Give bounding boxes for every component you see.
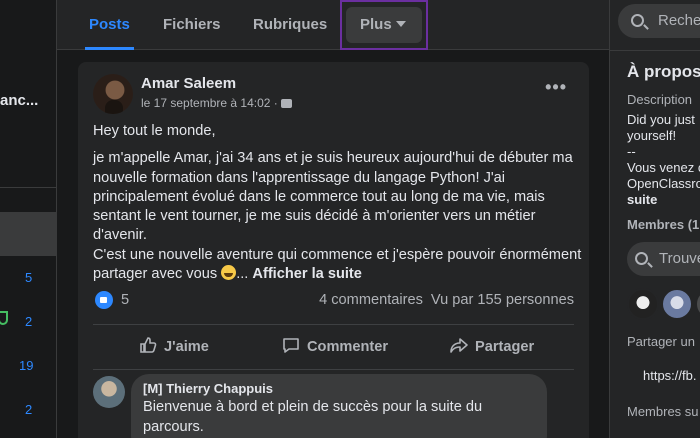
description-label: Description: [627, 92, 693, 107]
comment-button[interactable]: Commenter: [281, 325, 388, 369]
search-placeholder: Recherc: [658, 12, 700, 29]
post-paragraph-2: C'est une nouvelle aventure qui commence…: [93, 246, 583, 285]
see-more-link[interactable]: Afficher la suite: [252, 266, 361, 282]
members-search-input[interactable]: Trouve: [627, 242, 700, 276]
shield-icon: [0, 311, 8, 325]
divider: [610, 50, 700, 51]
stats-right: 4 commentaires Vu par 155 personnes: [319, 292, 574, 308]
post-stats: 5 4 commentaires Vu par 155 personnes: [93, 290, 574, 312]
tab-topics[interactable]: Rubriques: [253, 0, 327, 50]
description-line: OpenClassro: [627, 176, 700, 191]
member-avatar[interactable]: [661, 288, 693, 320]
description-line: yourself!: [627, 128, 677, 143]
ellipsis: ...: [236, 266, 249, 283]
left-sidebar: anc... 5 2 19 2: [0, 0, 57, 438]
post-body: Hey tout le monde, je m'appelle Amar, j'…: [93, 122, 583, 284]
comment-count[interactable]: 4 commentaires: [319, 292, 423, 308]
sidebar-count: 2: [25, 402, 33, 417]
sidebar-count: 5: [25, 270, 33, 285]
description-line: --: [627, 144, 636, 159]
description-line: Did you just: [627, 112, 695, 127]
search-input[interactable]: Recherc: [618, 4, 700, 38]
share-label: Partager un: [627, 334, 695, 349]
sidebar-count: 19: [19, 358, 34, 373]
member-avatar[interactable]: [695, 288, 700, 320]
member-avatar[interactable]: [627, 288, 659, 320]
search-icon: [631, 14, 644, 27]
smile-emoji-icon: [221, 265, 237, 281]
post-paragraph: je m'appelle Amar, j'ai 34 ans et je sui…: [93, 150, 573, 244]
view-count[interactable]: Vu par 155 personnes: [431, 292, 574, 308]
divider: [0, 187, 57, 188]
like-label: J'aime: [164, 339, 209, 355]
like-reaction-icon[interactable]: [95, 291, 113, 309]
post-actions: J'aime Commenter Partager: [93, 324, 574, 370]
group-name[interactable]: anc...: [0, 92, 57, 109]
share-label: Partager: [475, 339, 535, 355]
commenter-avatar[interactable]: [93, 376, 125, 408]
tab-more[interactable]: Plus: [346, 7, 422, 43]
audience-icon: [280, 99, 292, 108]
post-date[interactable]: le 17 septembre à 14:02 ·: [141, 96, 278, 110]
more-options-icon[interactable]: •••: [545, 78, 567, 96]
tab-posts[interactable]: Posts: [85, 0, 134, 50]
post-author[interactable]: Amar Saleem: [141, 75, 236, 92]
tab-files[interactable]: Fichiers: [163, 0, 221, 50]
sidebar-selected-item[interactable]: [0, 212, 57, 256]
share-button[interactable]: Partager: [449, 325, 534, 369]
comment-bubble: [M] Thierry Chappuis Bienvenue à bord et…: [131, 374, 547, 438]
group-tabs: Posts Fichiers Rubriques Plus: [57, 0, 609, 50]
post-greeting: Hey tout le monde,: [93, 123, 216, 139]
members-search-placeholder: Trouve: [659, 250, 700, 267]
tab-more-focus-ring: Plus: [340, 0, 428, 50]
comment-text: Bienvenue à bord et plein de succès pour…: [143, 399, 483, 435]
members-section-label: Membres su: [627, 404, 699, 419]
comment-author[interactable]: [M] Thierry Chappuis: [143, 381, 535, 396]
thumbs-up-icon: [140, 337, 157, 353]
comment-icon: [283, 338, 299, 353]
about-panel: Recherc À propos Description Did you jus…: [609, 0, 700, 438]
post-meta: le 17 septembre à 14:02 ·: [141, 96, 292, 110]
author-avatar[interactable]: [93, 74, 133, 114]
search-icon: [635, 252, 648, 265]
description-more-link[interactable]: suite: [627, 192, 657, 207]
sidebar-count: 2: [25, 314, 33, 329]
tab-more-label: Plus: [360, 16, 392, 33]
like-button[interactable]: J'aime: [138, 325, 209, 369]
comment-label: Commenter: [307, 339, 389, 355]
description-line: Vous venez c: [627, 160, 700, 175]
comment: [M] Thierry Chappuis Bienvenue à bord et…: [93, 374, 574, 438]
like-count[interactable]: 5: [121, 292, 129, 308]
post-card: Amar Saleem le 17 septembre à 14:02 · ••…: [78, 62, 589, 438]
members-label: Membres (1: [627, 217, 700, 232]
caret-down-icon: [395, 21, 406, 27]
about-title: À propos: [627, 62, 700, 81]
share-icon: [450, 338, 468, 353]
group-link[interactable]: https://fb.: [643, 368, 696, 384]
